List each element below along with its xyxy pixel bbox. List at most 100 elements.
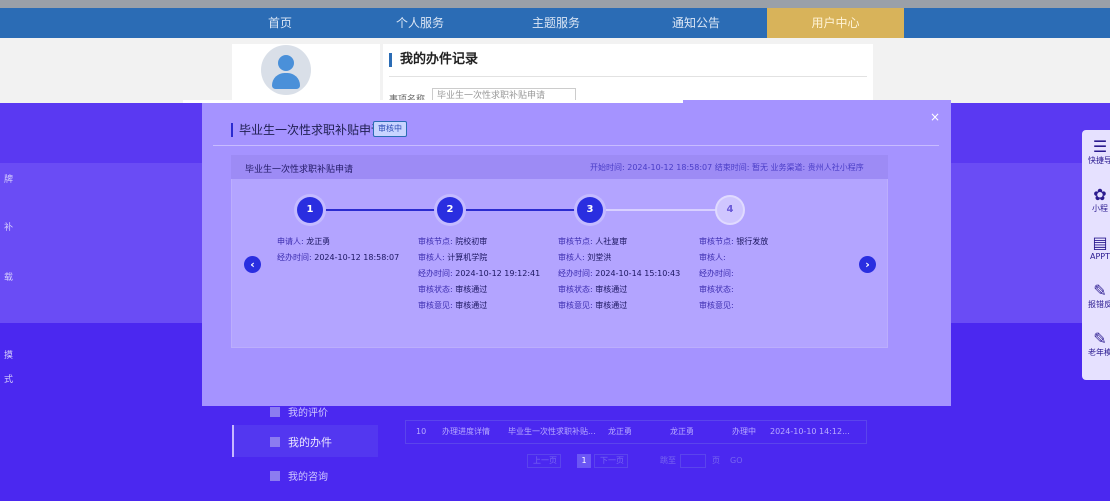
title-divider <box>389 76 867 77</box>
row-applicant: 龙正勇 <box>608 427 632 436</box>
chevron-right-icon[interactable]: › <box>859 256 876 273</box>
section-title: 我的办件记录 <box>389 53 478 67</box>
field-label: 审核意见: <box>418 301 453 310</box>
field-value: 审核通过 <box>455 285 488 294</box>
row-status: 办理中 <box>732 427 756 436</box>
field-label: 申请人: <box>277 237 304 246</box>
step-3-marker: 3 <box>577 197 603 223</box>
field-label: 经办时间: <box>418 269 453 278</box>
affairs-icon <box>270 437 280 447</box>
pager-current-page[interactable]: 1 <box>577 454 591 468</box>
top-navigation: 首页 个人服务 主题服务 通知公告 用户中心 <box>0 0 1110 38</box>
left-edge-char: 补 <box>4 223 14 233</box>
field-label: 审核状态: <box>699 285 734 294</box>
field-label: 审核意见: <box>558 301 593 310</box>
toolbar-miniprogram[interactable]: ✿ 小程 <box>1082 186 1110 214</box>
field-label: 审核状态: <box>418 285 453 294</box>
step-4-details: 审核节点: 银行发放 审核人: 经办时间: 审核状态: 审核意见: <box>699 234 768 314</box>
row-time: 2024-10-10 14:12... <box>770 427 850 436</box>
pager-goto-input[interactable] <box>680 454 706 468</box>
toolbar-label: 小程 <box>1092 204 1108 213</box>
panel-item-name: 毕业生一次性求职补贴申请 <box>245 165 354 175</box>
pager-go-button[interactable]: GO <box>730 454 743 468</box>
modal-top-highlight <box>183 100 683 103</box>
row-item-name: 毕业生一次性求职补贴... <box>508 427 596 436</box>
consult-icon <box>270 471 280 481</box>
toolbar-app[interactable]: ▤ APPT <box>1082 234 1110 262</box>
toolbar-label: 快捷导 <box>1088 156 1110 165</box>
field-label: 审核节点: <box>418 237 453 246</box>
nav-theme-service[interactable]: 主题服务 <box>516 8 596 38</box>
menu-icon: ☰ <box>1092 137 1108 156</box>
side-menu-evaluation[interactable]: 我的评价 <box>270 404 328 419</box>
toolbar-label: APPT <box>1089 252 1110 261</box>
row-index: 10 <box>416 427 427 436</box>
field-value: 龙正勇 <box>306 237 331 246</box>
step-2-details: 审核节点: 院校初审 审核人: 计算机学院 经办时间: 2024-10-12 1… <box>418 234 540 314</box>
side-menu-consult[interactable]: 我的咨询 <box>270 468 328 483</box>
toolbar-label: 老年模 <box>1088 348 1110 357</box>
evaluation-icon <box>270 407 280 417</box>
app-icon: ▤ <box>1092 233 1108 252</box>
close-icon[interactable]: × <box>928 110 942 124</box>
field-value: 审核通过 <box>595 301 628 310</box>
field-value: 2024-10-14 15:10:43 <box>595 269 681 278</box>
field-label: 审核节点: <box>699 237 734 246</box>
avatar <box>261 45 311 95</box>
side-menu-label: 我的评价 <box>288 408 328 419</box>
nav-notice[interactable]: 通知公告 <box>656 8 736 38</box>
left-edge-char: 式 <box>4 375 14 385</box>
side-menu-label: 我的咨询 <box>288 472 328 483</box>
chevron-left-icon[interactable]: ‹ <box>244 256 261 273</box>
nav-home[interactable]: 首页 <box>240 8 320 38</box>
field-label: 经办时间: <box>277 253 312 262</box>
step-connector <box>323 209 437 211</box>
step-4-marker: 4 <box>717 197 743 223</box>
toolbar-report[interactable]: ✎ 报错反 <box>1082 282 1110 310</box>
nav-user-center[interactable]: 用户中心 <box>767 8 904 38</box>
right-toolbar: ☰ 快捷导 ✿ 小程 ▤ APPT ✎ 报错反 ✎ 老年模 <box>1082 130 1110 380</box>
pager-page-unit: 页 <box>712 456 720 465</box>
side-menu-label: 我的办件 <box>288 436 332 449</box>
field-value: 审核通过 <box>595 285 628 294</box>
side-menu-my-affairs[interactable]: 我的办件 <box>270 434 332 450</box>
pager-goto-label: 跳至 <box>660 456 676 465</box>
left-edge-fragments: 牌 补 载 摸 式 <box>0 120 24 400</box>
step-connector <box>603 209 717 211</box>
field-value: 2024-10-12 19:12:41 <box>455 269 541 278</box>
step-1-marker: 1 <box>297 197 323 223</box>
pager-next-label: 下一页 <box>600 456 624 465</box>
table-row: 10 办理进度详情 毕业生一次性求职补贴... 龙正勇 龙正勇 办理中 2024… <box>405 420 867 444</box>
field-label: 审核人: <box>699 253 726 262</box>
step-connector <box>463 209 577 211</box>
step-3-details: 审核节点: 人社复审 审核人: 刘堂洪 经办时间: 2024-10-14 15:… <box>558 234 680 314</box>
field-value: 人社复审 <box>595 237 628 246</box>
field-value: 计算机学院 <box>447 253 488 262</box>
modal-divider <box>213 145 939 146</box>
field-label: 经办时间: <box>558 269 593 278</box>
field-label: 审核状态: <box>558 285 593 294</box>
field-label: 审核人: <box>418 253 445 262</box>
field-value: 院校初审 <box>455 237 488 246</box>
toolbar-shortcut[interactable]: ☰ 快捷导 <box>1082 138 1110 166</box>
toolbar-elderly[interactable]: ✎ 老年模 <box>1082 330 1110 358</box>
field-value: 2024-10-12 18:58:07 <box>314 253 400 262</box>
nav-personal-service[interactable]: 个人服务 <box>380 8 460 38</box>
field-value: 审核通过 <box>455 301 488 310</box>
elderly-icon: ✎ <box>1093 329 1107 348</box>
field-label: 审核意见: <box>699 301 734 310</box>
left-edge-char: 牌 <box>4 175 14 185</box>
step-1-details: 申请人: 龙正勇 经办时间: 2024-10-12 18:58:07 <box>277 234 399 266</box>
field-value: 刘堂洪 <box>587 253 612 262</box>
field-label: 审核人: <box>558 253 585 262</box>
panel-meta: 开始时间: 2024-10-12 18:58:07 结束时间: 暂无 业务渠道:… <box>590 163 864 172</box>
miniprogram-icon: ✿ <box>1093 185 1107 204</box>
row-handler: 龙正勇 <box>670 427 694 436</box>
modal-title: 毕业生一次性求职补贴申请 <box>231 123 383 137</box>
field-label: 审核节点: <box>558 237 593 246</box>
field-value: 银行发放 <box>736 237 769 246</box>
left-edge-char: 载 <box>4 273 14 283</box>
row-detail-link[interactable]: 办理进度详情 <box>442 421 490 443</box>
field-label: 经办时间: <box>699 269 734 278</box>
toolbar-label: 报错反 <box>1088 300 1110 309</box>
